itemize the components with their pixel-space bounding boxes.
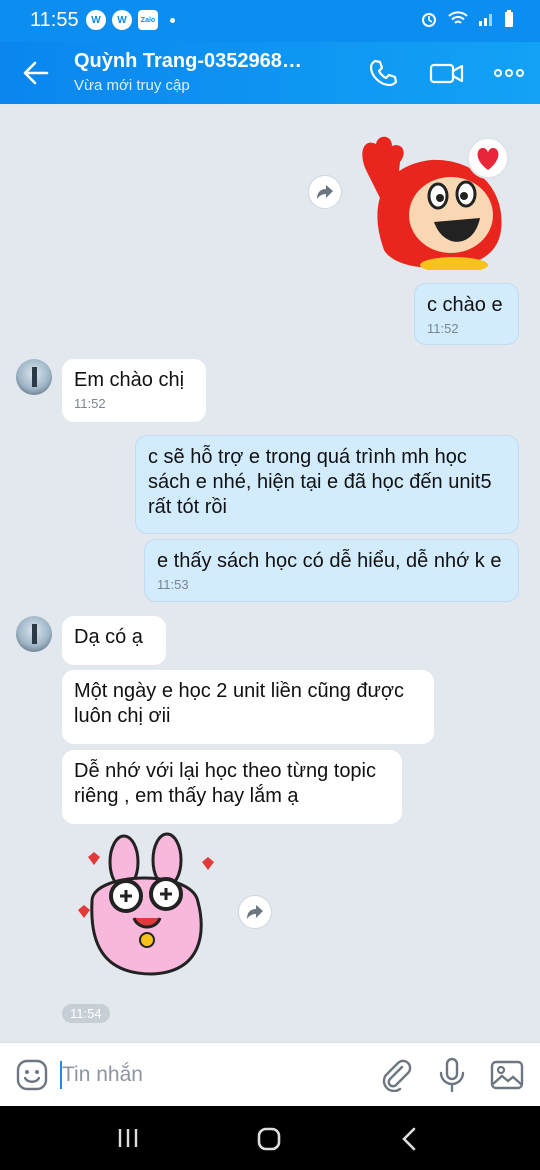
wifi-icon: [448, 11, 468, 24]
more-icon: [494, 69, 524, 77]
forward-button[interactable]: [308, 175, 342, 209]
message-bubble-sent[interactable]: e thấy sách học có dễ hiểu, dễ nhớ k e 1…: [144, 539, 519, 602]
notification-icon: W: [86, 10, 106, 30]
message-text: Em chào chị: [74, 369, 185, 391]
message-text-line: riêng , em thấy hay lắm ạ: [74, 785, 299, 807]
contact-avatar[interactable]: [16, 359, 52, 395]
zalo-notification-icon: Zalo: [138, 10, 158, 30]
phone-icon: [369, 59, 398, 87]
voice-button[interactable]: [438, 1057, 466, 1098]
message-text: c chào e: [427, 294, 503, 316]
recent-apps-button[interactable]: [116, 1126, 140, 1155]
message-text: Dạ có ạ: [74, 626, 143, 648]
attach-button[interactable]: [380, 1058, 412, 1097]
alarm-icon: [422, 13, 436, 27]
emoji-icon: [16, 1059, 48, 1091]
image-button[interactable]: [490, 1059, 524, 1096]
message-bubble-received[interactable]: Em chào chị 11:52: [62, 359, 206, 422]
contact-avatar[interactable]: [16, 616, 52, 652]
status-bar: 11:55 W W Zalo: [0, 0, 540, 42]
message-text-line: sách e nhé, hiện tại e đã học đến unit5: [148, 471, 492, 493]
system-back-button[interactable]: [398, 1126, 422, 1157]
recent-apps-icon: [118, 1129, 138, 1147]
message-text: e thấy sách học có dễ hiểu, dễ nhớ k e: [157, 550, 502, 572]
chevron-left-icon: [402, 1127, 416, 1151]
microphone-icon: [439, 1057, 465, 1093]
contact-name[interactable]: Quỳnh Trang-0352968…: [74, 50, 302, 73]
more-options-button[interactable]: [492, 56, 526, 95]
share-forward-icon: [317, 185, 333, 199]
back-button[interactable]: [20, 57, 52, 94]
emoji-button[interactable]: [16, 1059, 48, 1096]
status-time: 11:55: [30, 9, 79, 31]
image-icon: [490, 1060, 524, 1090]
message-text-line: luôn chị ơii: [74, 705, 171, 727]
monkey-sticker[interactable]: [356, 130, 516, 270]
arrow-left-icon: [23, 61, 49, 85]
call-button[interactable]: [366, 56, 400, 95]
message-time-stamp: 11:54: [62, 1004, 110, 1023]
message-text-line: c sẽ hỗ trợ e trong quá trình mh học: [148, 446, 467, 468]
message-bubble-received[interactable]: Một ngày e học 2 unit liền cũng được luô…: [62, 670, 434, 744]
forward-button[interactable]: [238, 895, 272, 929]
system-nav-bar: [0, 1106, 540, 1170]
share-forward-icon: [247, 905, 263, 919]
message-text-line: Dễ nhớ với lại học theo từng topic: [74, 760, 377, 782]
message-text-line: rất tót rồi: [148, 496, 227, 518]
message-time: 11:53: [157, 577, 189, 592]
message-time: 11:52: [74, 396, 106, 411]
message-time: 11:52: [427, 321, 459, 336]
home-button[interactable]: [256, 1126, 282, 1157]
notification-icon: W: [112, 10, 132, 30]
more-notifications-dot: [170, 17, 175, 23]
message-input[interactable]: Tin nhắn: [62, 1063, 143, 1087]
message-text-line: Một ngày e học 2 unit liền cũng được: [74, 680, 405, 702]
chat-header: Quỳnh Trang-0352968… Vừa mới truy cập: [0, 42, 540, 104]
message-bubble-sent[interactable]: c chào e 11:52: [414, 283, 519, 345]
paperclip-icon: [382, 1059, 412, 1093]
contact-status: Vừa mới truy cập: [74, 77, 190, 94]
message-composer: Tin nhắn: [0, 1042, 540, 1106]
video-icon: [429, 63, 464, 84]
message-bubble-sent[interactable]: c sẽ hỗ trợ e trong quá trình mh học sác…: [135, 435, 519, 534]
message-list[interactable]: c chào e 11:52 Em chào chị 11:52 c sẽ hỗ…: [0, 104, 540, 1042]
home-icon: [257, 1127, 281, 1151]
battery-icon: [505, 10, 513, 27]
message-bubble-received[interactable]: Dễ nhớ với lại học theo từng topic riêng…: [62, 750, 402, 824]
bunny-sticker[interactable]: [72, 832, 222, 982]
message-bubble-received[interactable]: Dạ có ạ: [62, 616, 166, 665]
video-call-button[interactable]: [428, 56, 466, 95]
signal-icon: [479, 14, 492, 26]
